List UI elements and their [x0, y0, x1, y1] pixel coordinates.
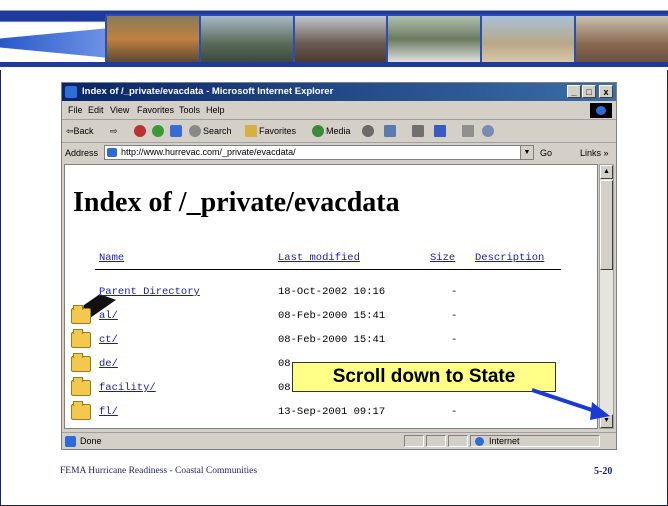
list-item: al/ 08-Feb-2000 15:41 - — [65, 305, 597, 327]
scroll-up-icon[interactable]: ▲ — [600, 165, 613, 179]
menu-help[interactable]: Help — [206, 102, 225, 119]
mail-icon[interactable] — [384, 125, 396, 137]
banner-photo-flood — [200, 16, 293, 62]
entry-name[interactable]: fl/ — [99, 406, 118, 418]
folder-icon — [71, 377, 91, 396]
windows-logo-icon — [590, 103, 612, 118]
status-cell — [426, 435, 446, 447]
entry-name[interactable]: al/ — [99, 310, 118, 322]
address-label: Address — [65, 148, 99, 158]
header-rule — [95, 269, 561, 270]
entry-modified: 08 — [278, 382, 291, 394]
entry-name[interactable]: facility/ — [99, 382, 156, 394]
address-dropdown-icon[interactable]: ▼ — [520, 146, 533, 159]
toolbar: ⇦Back ⇨ Search Favorites Media — [62, 120, 616, 143]
edit-icon[interactable] — [434, 125, 446, 137]
favorites-icon — [245, 125, 257, 137]
forward-button[interactable]: ⇨ — [110, 120, 118, 142]
entry-name[interactable]: ct/ — [99, 334, 118, 346]
banner-stripe — [0, 62, 668, 67]
column-last-modified[interactable]: Last modified — [278, 252, 360, 264]
footer-text: FEMA Hurricane Readiness - Coastal Commu… — [60, 466, 258, 476]
entry-name[interactable]: de/ — [99, 358, 118, 370]
banner-photo-church — [294, 16, 387, 62]
address-bar: Address http://www.hurrevac.com/_private… — [62, 143, 616, 163]
banner-photo-house — [576, 16, 668, 62]
page-done-icon — [65, 436, 76, 447]
banner-photo-beach — [482, 16, 575, 62]
close-button[interactable]: x — [599, 85, 613, 98]
banner-photo-strip — [105, 14, 668, 64]
column-size[interactable]: Size — [430, 252, 455, 264]
menu-view[interactable]: View — [110, 102, 129, 119]
ie-icon — [65, 86, 77, 98]
folder-icon — [71, 353, 91, 372]
media-button[interactable]: Media — [326, 120, 351, 142]
column-name[interactable]: Name — [99, 252, 124, 264]
header-banner — [0, 0, 668, 70]
folder-icon — [71, 305, 91, 324]
entry-name[interactable]: Parent Directory — [99, 286, 200, 298]
entry-size: - — [451, 286, 458, 298]
status-cell — [448, 435, 468, 447]
back-button[interactable]: ⇦Back — [66, 120, 94, 142]
media-icon — [312, 125, 324, 137]
folder-icon — [71, 401, 91, 420]
window-title: Index of /_private/evacdata - Microsoft … — [82, 86, 334, 97]
minimize-button[interactable]: _ — [567, 85, 581, 98]
list-item: Parent Directory 18-Oct-2002 10:16 - — [65, 275, 597, 323]
list-item: fl/ 13-Sep-2001 09:17 - — [65, 401, 597, 423]
entry-modified: 08-Feb-2000 15:41 — [278, 334, 386, 346]
banner-photo-rescue — [388, 16, 481, 62]
home-icon[interactable] — [170, 125, 182, 137]
refresh-icon[interactable] — [152, 125, 164, 137]
entry-modified: 18-Oct-2002 10:16 — [278, 286, 386, 298]
entry-modified: 08-Feb-2000 15:41 — [278, 310, 386, 322]
page-heading: Index of /_private/evacdata — [73, 187, 400, 218]
status-bar: Done Internet — [62, 432, 616, 450]
address-value: http://www.hurrevac.com/_private/evacdat… — [121, 147, 296, 157]
search-button[interactable]: Search — [203, 120, 232, 142]
stop-icon[interactable] — [134, 125, 146, 137]
entry-size: - — [451, 334, 458, 346]
menu-edit[interactable]: Edit — [88, 102, 104, 119]
entry-modified: 13-Sep-2001 09:17 — [278, 406, 386, 418]
callout-box: Scroll down to State — [292, 362, 556, 392]
scroll-thumb[interactable] — [600, 180, 613, 270]
folder-icon — [71, 329, 91, 348]
messenger-icon[interactable] — [482, 125, 494, 137]
menu-file[interactable]: File — [68, 102, 83, 119]
slide-number: 5-20 — [594, 466, 613, 477]
go-button[interactable]: Go — [540, 143, 552, 163]
discuss-icon[interactable] — [462, 125, 474, 137]
history-icon[interactable] — [362, 125, 374, 137]
status-cell — [404, 435, 424, 447]
banner-swoosh — [0, 28, 110, 58]
column-description[interactable]: Description — [475, 252, 544, 264]
entry-modified: 08 — [278, 358, 291, 370]
favorites-button[interactable]: Favorites — [259, 120, 296, 142]
search-icon — [189, 125, 201, 137]
zone-text: Internet — [489, 436, 520, 446]
title-bar[interactable]: Index of /_private/evacdata - Microsoft … — [62, 83, 616, 101]
links-button[interactable]: Links » — [580, 143, 609, 163]
page-icon — [107, 148, 117, 157]
banner-photo-fire — [107, 16, 199, 62]
list-item: ct/ 08-Feb-2000 15:41 - — [65, 329, 597, 351]
print-icon[interactable] — [412, 125, 424, 137]
status-text: Done — [80, 436, 102, 446]
security-zone: Internet — [470, 435, 600, 447]
callout-arrow-icon — [531, 388, 610, 420]
menu-bar: File Edit View Favorites Tools Help — [62, 102, 616, 120]
entry-size: - — [451, 310, 458, 322]
globe-icon — [475, 437, 484, 446]
maximize-button[interactable]: □ — [582, 85, 596, 98]
address-input[interactable]: http://www.hurrevac.com/_private/evacdat… — [104, 145, 534, 160]
entry-size: - — [451, 406, 458, 418]
menu-tools[interactable]: Tools — [179, 102, 200, 119]
menu-favorites[interactable]: Favorites — [137, 102, 174, 119]
